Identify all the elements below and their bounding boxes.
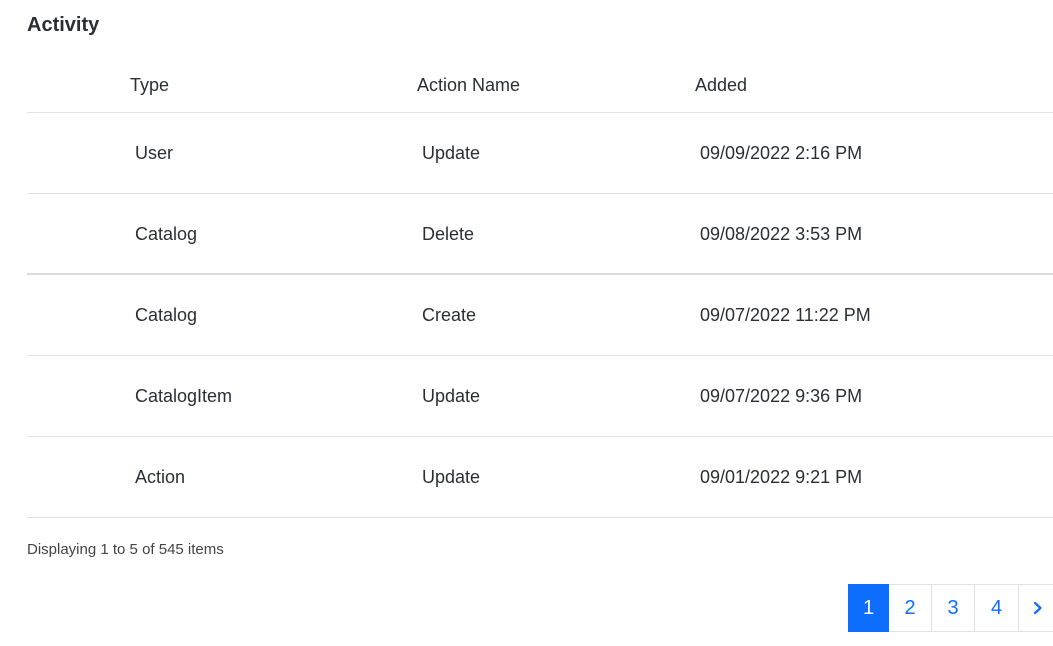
column-header-type[interactable]: Type (130, 75, 169, 96)
cell-type: Catalog (135, 305, 198, 325)
activity-table: Type Action Name Added User Update 09/09… (27, 57, 1053, 518)
column-header-action-name[interactable]: Action Name (417, 75, 520, 96)
cell-type: Catalog (135, 224, 198, 244)
cell-action-name: Update (422, 386, 481, 406)
cell-action-name: Create (422, 305, 477, 325)
cell-added: 09/01/2022 9:21 PM (700, 467, 863, 487)
items-summary: Displaying 1 to 5 of 545 items (27, 541, 224, 558)
page-button-2[interactable]: 2 (889, 584, 932, 632)
cell-action-name: Update (422, 467, 481, 487)
table-header: Type Action Name Added (27, 57, 1053, 113)
section-title: Activity (27, 14, 100, 36)
pagination: 1 2 3 4 (848, 584, 1053, 632)
next-page-button[interactable] (1019, 584, 1053, 632)
page-button-1[interactable]: 1 (848, 584, 889, 632)
cell-action-name: Update (422, 143, 481, 163)
column-header-added[interactable]: Added (695, 75, 747, 96)
page-button-3[interactable]: 3 (932, 584, 975, 632)
cell-added: 09/08/2022 3:53 PM (700, 224, 863, 244)
cell-type: CatalogItem (135, 386, 233, 406)
table-row[interactable]: Catalog Create 09/07/2022 11:22 PM (27, 275, 1053, 356)
activity-page: Activity Type Action Name Added User Upd… (0, 0, 1053, 646)
table-row[interactable]: CatalogItem Update 09/07/2022 9:36 PM (27, 356, 1053, 437)
cell-added: 09/07/2022 11:22 PM (700, 305, 871, 325)
cell-type: User (135, 143, 174, 163)
table-row[interactable]: User Update 09/09/2022 2:16 PM (27, 113, 1053, 194)
table-row[interactable]: Catalog Delete 09/08/2022 3:53 PM (27, 194, 1053, 275)
table-row[interactable]: Action Update 09/01/2022 9:21 PM (27, 437, 1053, 518)
chevron-right-icon (1033, 601, 1042, 615)
cell-action-name: Delete (422, 224, 475, 244)
cell-type: Action (135, 467, 186, 487)
page-button-4[interactable]: 4 (975, 584, 1019, 632)
cell-added: 09/07/2022 9:36 PM (700, 386, 863, 406)
cell-added: 09/09/2022 2:16 PM (700, 143, 863, 163)
